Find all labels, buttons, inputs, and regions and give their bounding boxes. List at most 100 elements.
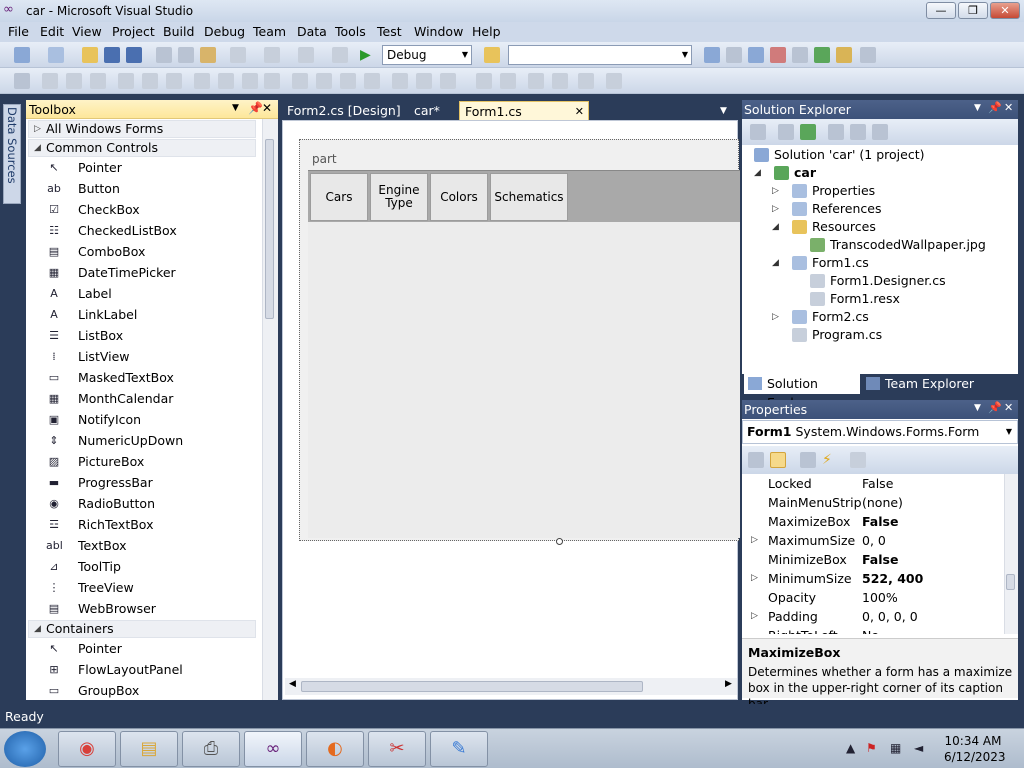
window-position-icon[interactable]: ▼ [974,103,981,113]
start-page-icon[interactable] [814,47,830,63]
property-row-locked[interactable]: Locked False [742,474,1004,493]
property-row-padding[interactable]: ▷ Padding 0, 0, 0, 0 [742,607,1004,626]
align-tops-icon[interactable] [118,73,134,89]
view-designer-icon[interactable] [850,124,866,140]
menu-team[interactable]: Team [253,24,286,39]
category-common-controls[interactable]: ◢ Common Controls [28,139,256,157]
make-same-height-icon[interactable] [218,73,234,89]
window-position-icon[interactable]: ▼ [232,103,239,113]
collapsed-arrow-icon[interactable]: ▷ [751,569,758,588]
tab-control[interactable]: Cars Engine Type Colors Schematics [308,170,740,222]
tab-colors[interactable]: Colors [430,173,488,221]
menu-tools[interactable]: Tools [335,24,366,39]
tab-car-code[interactable]: car* [409,101,445,121]
chrome-taskbar-icon[interactable]: ◉ [58,731,116,767]
save-all-icon[interactable] [126,47,142,63]
scrollbar-thumb[interactable] [301,681,643,692]
collapsed-arrow-icon[interactable]: ▷ [772,200,779,218]
decrease-vertical-spacing-icon[interactable] [440,73,456,89]
menu-debug[interactable]: Debug [204,24,245,39]
form1-preview[interactable]: part Cars Engine Type Colors Schematics [299,139,740,541]
find-in-files-icon[interactable] [484,47,500,63]
toolbox-item-pointer[interactable]: ↖ Pointer [46,158,246,178]
toolbox-item-checkbox[interactable]: ☑ CheckBox [46,200,246,220]
collapsed-arrow-icon[interactable]: ▷ [751,531,758,550]
categorized-icon[interactable] [748,452,764,468]
properties-view-icon[interactable] [800,452,816,468]
show-all-files-icon[interactable] [778,124,794,140]
paste-icon[interactable] [200,47,216,63]
toolbox-item-monthcalendar[interactable]: ▦ MonthCalendar [46,389,246,409]
toolbox-item-button[interactable]: ab Button [46,179,246,199]
category-containers[interactable]: ◢ Containers [28,620,256,638]
find-combo[interactable]: ▼ [508,45,692,65]
send-to-back-icon[interactable] [552,73,568,89]
menu-test[interactable]: Test [377,24,402,39]
window-position-icon[interactable]: ▼ [974,403,981,413]
property-row-minimumsize[interactable]: ▷ MinimumSize 522, 400 [742,569,1004,588]
tools-icon[interactable] [792,47,808,63]
alphabetical-icon[interactable] [770,452,786,468]
bring-to-front-icon[interactable] [528,73,544,89]
tab-close-icon[interactable]: ✕ [575,102,584,121]
paint-taskbar-icon[interactable]: ✎ [430,731,488,767]
menu-data[interactable]: Data [297,24,327,39]
tab-form2-design[interactable]: Form2.cs [Design] [282,101,406,121]
toolbox-item-picturebox[interactable]: ▨ PictureBox [46,452,246,472]
menu-view[interactable]: View [72,24,102,39]
toolbox-item-checkedlistbox[interactable]: ☷ CheckedListBox [46,221,246,241]
toolbox-item-textbox[interactable]: abl TextBox [46,536,246,556]
menu-build[interactable]: Build [163,24,194,39]
vertical-spacing-icon[interactable] [392,73,408,89]
network-icon[interactable]: ▦ [890,741,901,755]
decrease-horizontal-spacing-icon[interactable] [340,73,356,89]
tab-solution-explorer[interactable]: Solution Explorer [744,374,860,410]
toolbox-item-radiobutton[interactable]: ◉ RadioButton [46,494,246,514]
view-code-icon[interactable] [828,124,844,140]
cut-icon[interactable] [156,47,172,63]
navigate-backward-icon[interactable] [298,47,314,63]
menu-project[interactable]: Project [112,24,155,39]
open-file-icon[interactable] [82,47,98,63]
file-explorer-taskbar-icon[interactable]: ▤ [120,731,178,767]
extension-manager-icon[interactable] [836,47,852,63]
toolbox-container-item-flowlayoutpanel[interactable]: ⊞ FlowLayoutPanel [46,660,246,680]
menu-edit[interactable]: Edit [40,24,64,39]
toolbox-item-progressbar[interactable]: ▬ ProgressBar [46,473,246,493]
collapsed-arrow-icon[interactable]: ▷ [772,308,779,326]
visual-studio-taskbar-icon[interactable]: ∞ [244,731,302,767]
minimize-button[interactable]: — [926,2,956,19]
expanded-arrow-icon[interactable]: ◢ [754,164,761,182]
center-horizontally-icon[interactable] [476,73,492,89]
auto-hide-pin-icon[interactable]: 📌 [988,401,1002,414]
windows-start-button[interactable] [4,731,46,767]
toolbox-item-tooltip[interactable]: ⊿ ToolTip [46,557,246,577]
property-row-righttoleft[interactable]: RightToLeftNo [742,626,1004,634]
add-item-icon[interactable] [48,47,64,63]
menu-window[interactable]: Window [414,24,463,39]
solution-configuration-select[interactable]: Debug ▼ [382,45,472,65]
property-pages-icon[interactable] [850,452,866,468]
new-project-icon[interactable] [14,47,30,63]
action-center-flag-icon[interactable]: ⚑ [866,741,877,755]
scrollbar-thumb[interactable] [265,139,274,319]
object-browser-icon[interactable] [748,47,764,63]
toolbox-item-linklabel[interactable]: A LinkLabel [46,305,246,325]
toolbox-item-treeview[interactable]: ⋮ TreeView [46,578,246,598]
size-to-grid-icon[interactable] [264,73,280,89]
align-bottoms-icon[interactable] [166,73,182,89]
expanded-arrow-icon[interactable]: ◢ [772,218,779,236]
events-icon[interactable]: ⚡ [822,452,838,468]
expanded-arrow-icon[interactable]: ◢ [772,254,779,272]
properties-window-icon[interactable] [726,47,742,63]
system-clock[interactable]: 10:34 AM 6/12/2023 [944,733,1006,765]
volume-icon[interactable]: ◄ [914,741,923,755]
toolbox-item-webbrowser[interactable]: ▤ WebBrowser [46,599,246,619]
property-row-maximumsize[interactable]: ▷ MaximumSize 0, 0 [742,531,1004,550]
make-same-width-icon[interactable] [194,73,210,89]
toolbox-item-notifyicon[interactable]: ▣ NotifyIcon [46,410,246,430]
menu-file[interactable]: File [8,24,29,39]
category-all-windows-forms[interactable]: ▷ All Windows Forms [28,120,256,138]
horizontal-spacing-icon[interactable] [292,73,308,89]
auto-hide-pin-icon[interactable]: 📌 [988,101,1002,114]
